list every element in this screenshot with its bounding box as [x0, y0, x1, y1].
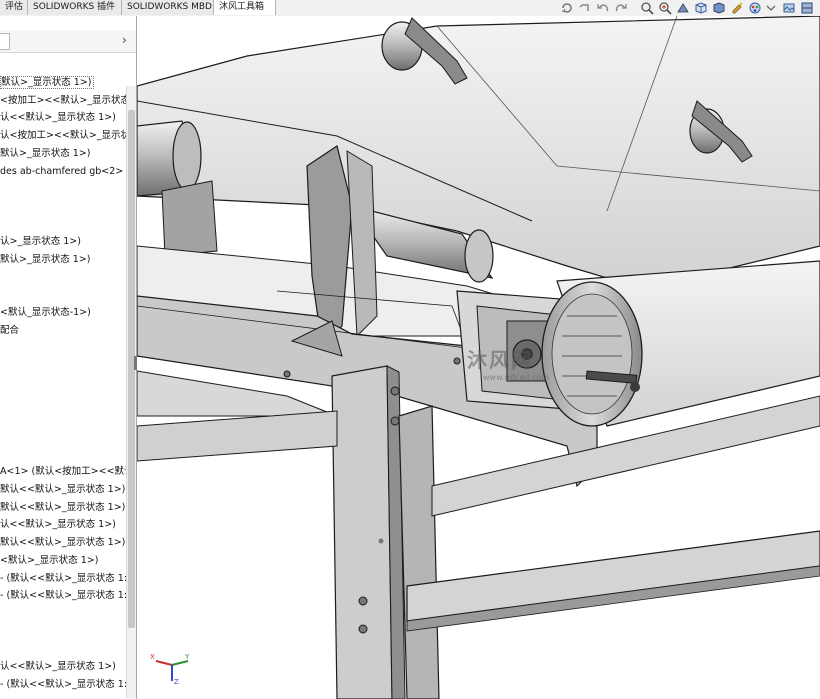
- undo-view-icon[interactable]: [596, 1, 610, 15]
- reference-triad: Y X Z: [150, 653, 190, 685]
- tree-item[interactable]: 默认>_显示状态 1>): [0, 146, 126, 161]
- command-manager-tabs: 评估 SOLIDWORKS 插件 SOLIDWORKS MBD 沐风工具箱: [0, 0, 820, 17]
- watermark: 沐风网 www.mfcad.com: [467, 344, 549, 382]
- triad-x-label: X: [150, 653, 155, 661]
- view-orientation-icon[interactable]: [694, 1, 708, 15]
- graphics-viewport[interactable]: 沐风网 www.mfcad.com: [137, 16, 820, 699]
- display-style-icon[interactable]: [712, 1, 726, 15]
- tree-item[interactable]: 认>_显示状态 1>): [0, 234, 126, 249]
- tree-item[interactable]: 默认>_显示状态 1>): [0, 75, 126, 90]
- tree-item[interactable]: 认<<默认>_显示状态 1>): [0, 517, 126, 532]
- tab-solidworks-addins[interactable]: SOLIDWORKS 插件: [28, 0, 122, 15]
- tree-scrollbar[interactable]: [126, 86, 136, 698]
- tree-item[interactable]: des ab-chamfered gb<2>: [0, 164, 126, 179]
- tab-solidworks-mbd[interactable]: SOLIDWORKS MBD: [122, 0, 214, 15]
- redo-view-icon[interactable]: [614, 1, 628, 15]
- tab-mufeng-toolbox[interactable]: 沐风工具箱: [214, 0, 276, 15]
- dropdown-arrow-icon[interactable]: [764, 1, 778, 15]
- apply-scene-icon[interactable]: [782, 1, 796, 15]
- tree-item[interactable]: 默认<<默认>_显示状态 1>): [0, 482, 126, 497]
- section-view-icon[interactable]: [676, 1, 690, 15]
- chevron-right-icon[interactable]: ›: [122, 33, 127, 47]
- rotate-icon[interactable]: [560, 1, 574, 15]
- triad-y-label: Y: [184, 653, 190, 661]
- tree-item[interactable]: <按加工><<默认>_显示状态: [0, 93, 126, 108]
- hide-show-items-icon[interactable]: [730, 1, 744, 15]
- tree-item-label: 默认>_显示状态 1>): [0, 76, 95, 89]
- view-settings-icon[interactable]: [800, 1, 814, 15]
- tab-evaluate[interactable]: 评估: [0, 0, 28, 15]
- tree-item[interactable]: 认<<默认>_显示状态 1>): [0, 659, 126, 674]
- previous-view-icon[interactable]: [578, 1, 592, 15]
- tree-item[interactable]: <默认_显示状态-1>): [0, 305, 126, 320]
- tree-item[interactable]: <默认>_显示状态 1>): [0, 553, 126, 568]
- feature-tree-tab[interactable]: [0, 33, 10, 50]
- tree-item[interactable]: 默认>_显示状态 1>): [0, 252, 126, 267]
- watermark-title: 沐风网: [467, 348, 533, 372]
- triad-z-label: Z: [174, 678, 179, 685]
- tree-item[interactable]: 认<按加工><<默认>_显示状: [0, 128, 126, 143]
- tree-item[interactable]: 默认<<默认>_显示状态 1>): [0, 535, 126, 550]
- zoom-to-fit-icon[interactable]: [640, 1, 654, 15]
- tree-item[interactable]: - (默认<<默认>_显示状态 1:: [0, 588, 126, 603]
- feature-manager-tab-row: ›: [0, 30, 136, 53]
- tree-item[interactable]: 默认<<默认>_显示状态 1>): [0, 500, 126, 515]
- tree-item-mates[interactable]: 配合: [0, 323, 126, 338]
- tree-item[interactable]: A<1> (默认<按加工><<默认: [0, 464, 126, 479]
- edit-appearance-icon[interactable]: [748, 1, 762, 15]
- feature-manager-panel: › 默认>_显示状态 1>) <按加工><<默认>_显示状态 认<<默认>_显示…: [0, 16, 137, 699]
- tree-item[interactable]: - (默认<<默认>_显示状态 1:: [0, 571, 126, 586]
- zoom-area-icon[interactable]: [658, 1, 672, 15]
- tree-item[interactable]: - (默认<<默认>_显示状态 1:: [0, 677, 126, 692]
- heads-up-view-toolbar: [558, 0, 820, 16]
- watermark-url: www.mfcad.com: [483, 373, 550, 382]
- tree-item[interactable]: 认<<默认>_显示状态 1>): [0, 110, 126, 125]
